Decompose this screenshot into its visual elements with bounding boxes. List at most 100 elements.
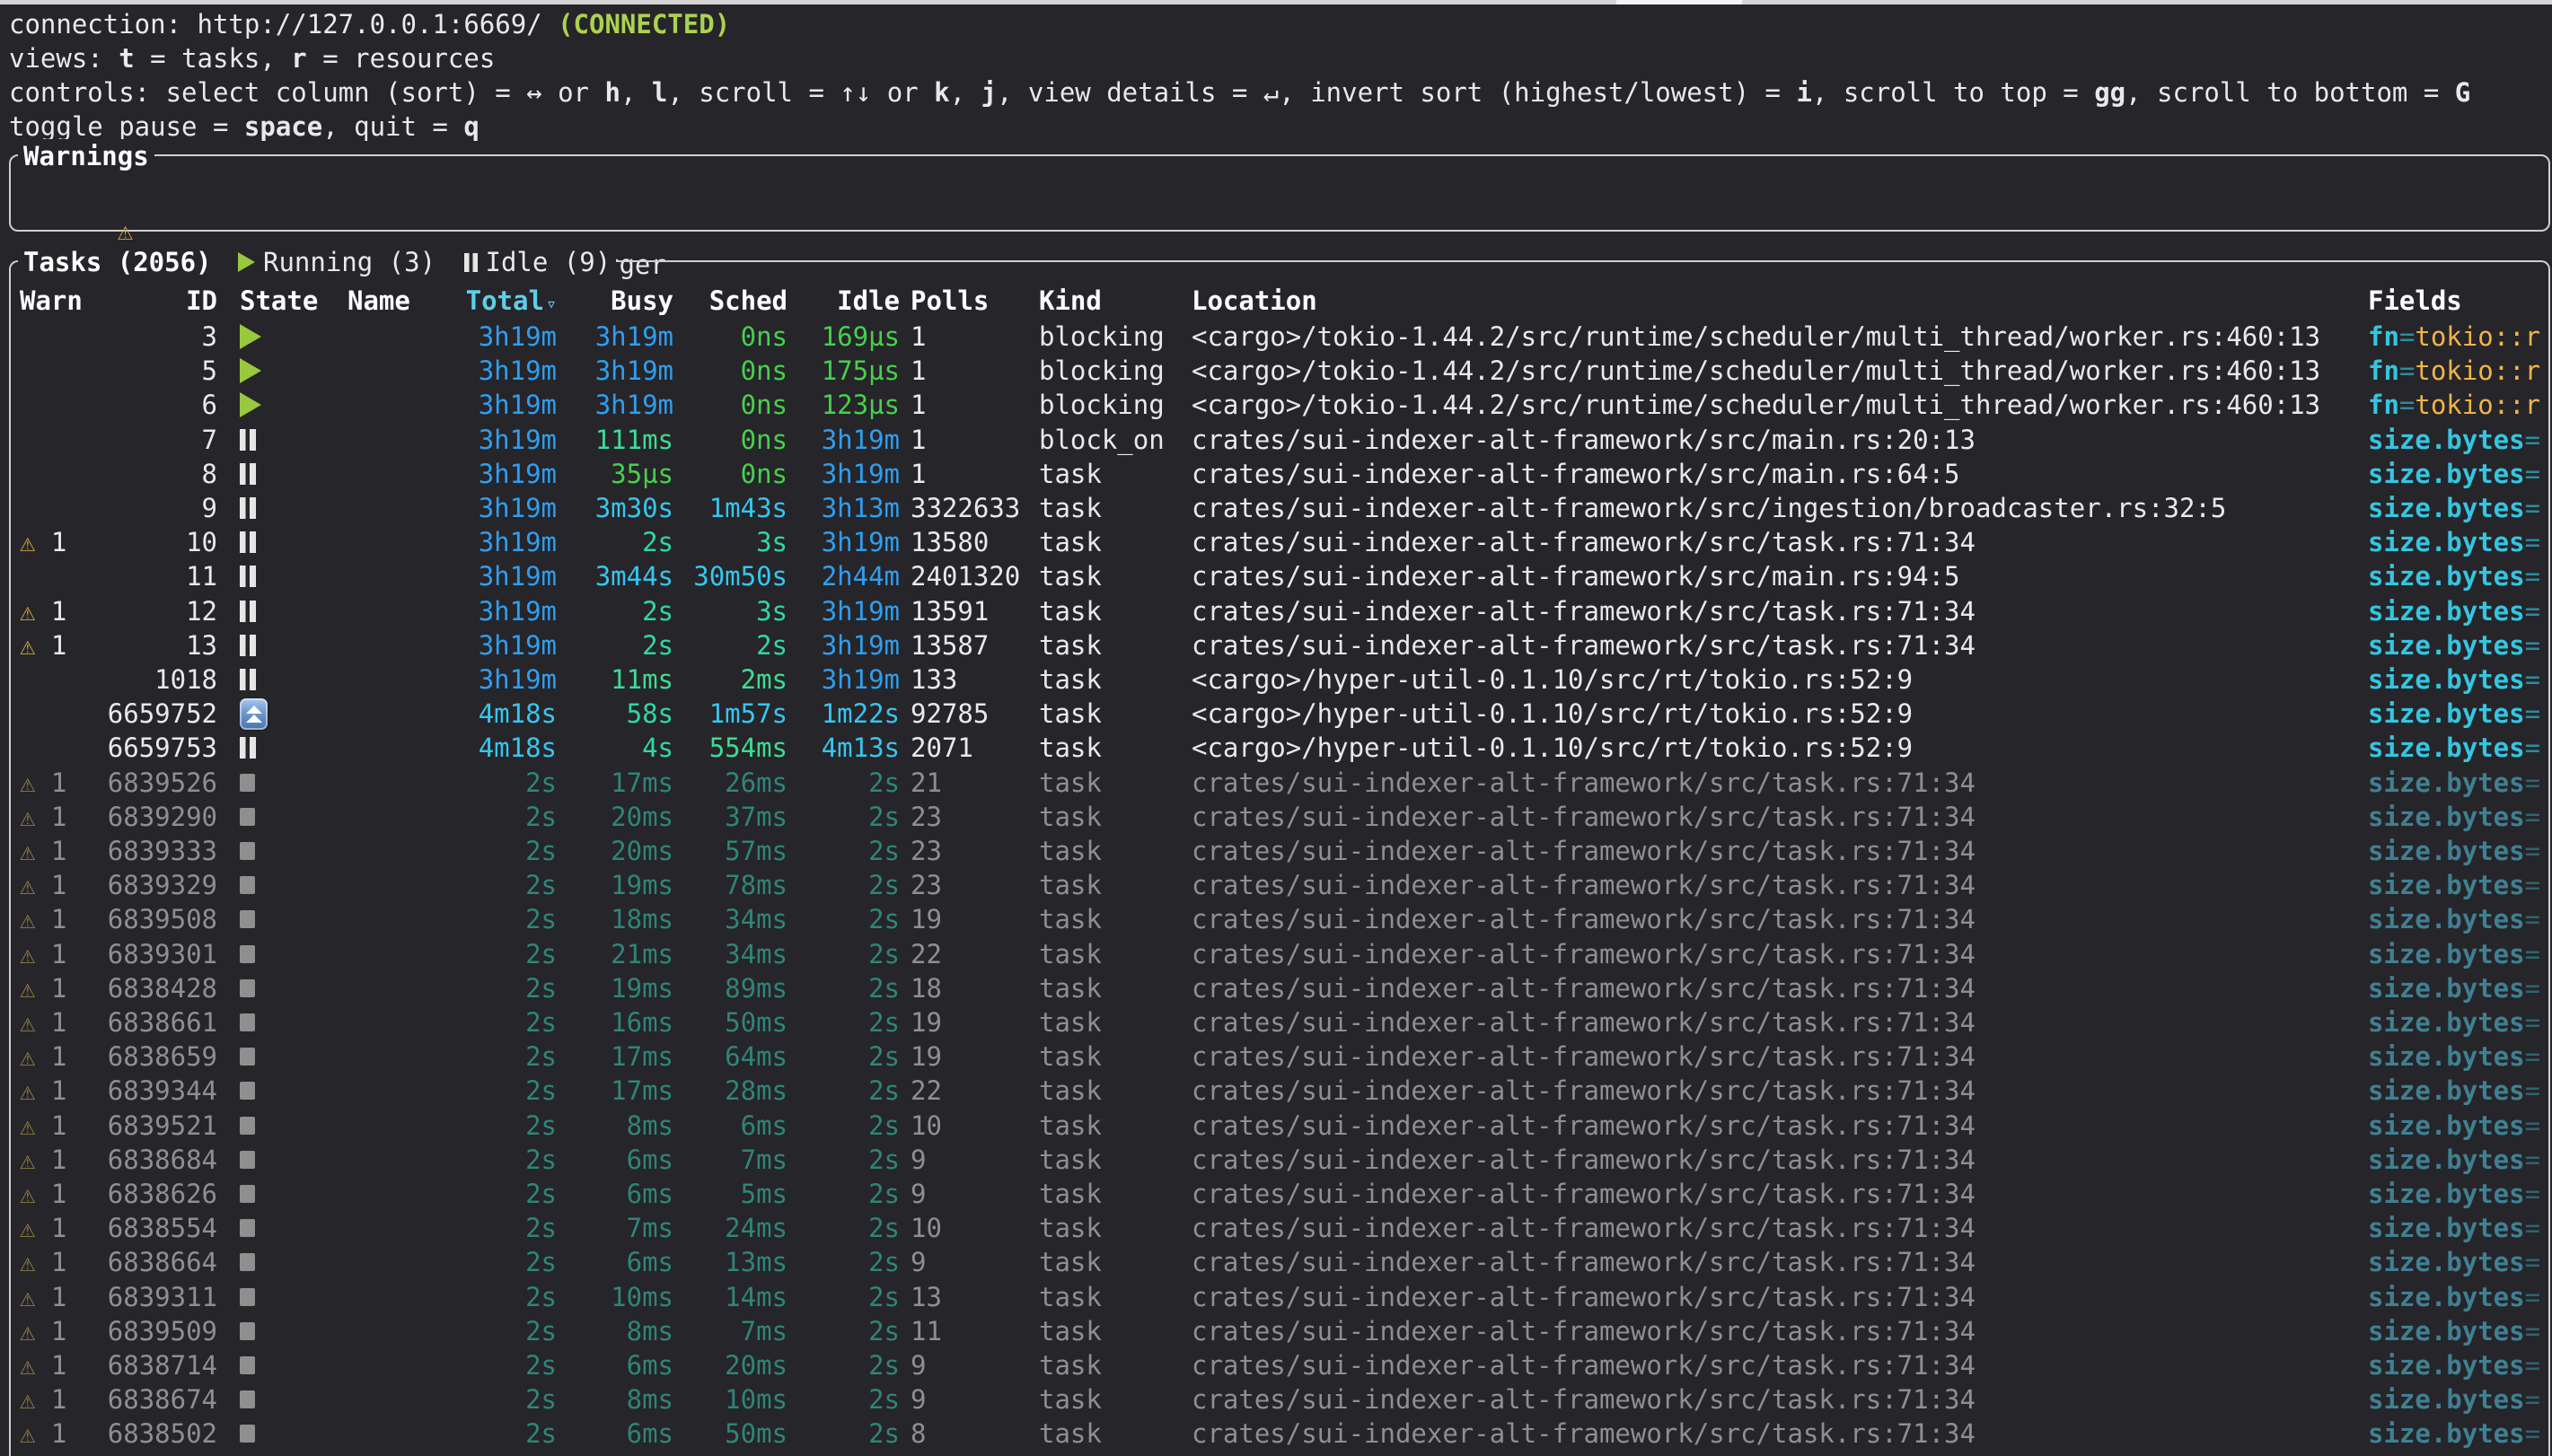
task-row-6839333[interactable]: ⚠ 168393332s20ms57ms2s23taskcrates/sui-i… [11, 834, 2548, 868]
column-header-sched[interactable]: Sched [682, 284, 788, 318]
cell-total: 2s [455, 1109, 557, 1143]
task-row-6659752[interactable]: 66597524m18s58s1m57s1m22s92785task<cargo… [11, 697, 2548, 731]
task-row-3[interactable]: 33h19m3h19m0ns169µs1blocking<cargo>/toki… [11, 320, 2548, 354]
field-key: size.bytes [2368, 939, 2525, 969]
field-equals: = [2525, 1213, 2540, 1243]
cell-state [240, 834, 339, 868]
task-row-6838684[interactable]: ⚠ 168386842s6ms7ms2s9taskcrates/sui-inde… [11, 1143, 2548, 1177]
cell-total: 4m18s [455, 697, 557, 731]
text-segment: , scroll to top = [1812, 77, 2094, 108]
cell-id: 9 [105, 491, 217, 525]
task-row-9[interactable]: 93h19m3m30s1m43s3h13m3322633taskcrates/s… [11, 491, 2548, 525]
text-segment: , scroll = ↑↓ or [667, 77, 934, 108]
field-equals: = [2399, 355, 2415, 386]
field-key: size.bytes [2368, 973, 2525, 1004]
cell-total: 2s [455, 1348, 557, 1382]
warning-icon: ⚠ [20, 870, 35, 900]
state-completed-icon [240, 1390, 255, 1408]
task-row-6838661[interactable]: ⚠ 168386612s16ms50ms2s19taskcrates/sui-i… [11, 1005, 2548, 1039]
cell-location: <cargo>/hyper-util-0.1.10/src/rt/tokio.r… [1192, 662, 2363, 697]
task-row-6839509[interactable]: ⚠ 168395092s8ms7ms2s11taskcrates/sui-ind… [11, 1314, 2548, 1348]
field-key: fn [2368, 390, 2399, 420]
cell-idle: 2s [796, 1280, 900, 1314]
task-row-6839526[interactable]: ⚠ 168395262s17ms26ms2s21taskcrates/sui-i… [11, 766, 2548, 800]
cell-total: 3h19m [455, 320, 557, 354]
task-row-6838674[interactable]: ⚠ 168386742s8ms10ms2s9taskcrates/sui-ind… [11, 1382, 2548, 1417]
task-row-5[interactable]: 53h19m3h19m0ns175µs1blocking<cargo>/toki… [11, 354, 2548, 388]
task-row-6839344[interactable]: ⚠ 168393442s17ms28ms2s22taskcrates/sui-i… [11, 1074, 2548, 1108]
column-header-kind[interactable]: Kind [1039, 284, 1187, 318]
column-header-polls[interactable]: Polls [911, 284, 1034, 318]
text-segment: l [652, 77, 667, 108]
task-row-6839508[interactable]: ⚠ 168395082s18ms34ms2s19taskcrates/sui-i… [11, 902, 2548, 936]
task-row-6838714[interactable]: ⚠ 168387142s6ms20ms2s9taskcrates/sui-ind… [11, 1348, 2548, 1382]
cell-name [348, 971, 446, 1005]
cell-name [348, 628, 446, 662]
cell-sched: 50ms [682, 1005, 788, 1039]
column-header-total[interactable]: Total▿ [455, 284, 557, 318]
controls-help-line: controls: select column (sort) = ↔ or h,… [9, 75, 2552, 110]
column-header-idle[interactable]: Idle [796, 284, 900, 318]
task-row-6839521[interactable]: ⚠ 168395212s8ms6ms2s10taskcrates/sui-ind… [11, 1109, 2548, 1143]
state-idle-icon [240, 737, 256, 759]
task-row-7[interactable]: 73h19m111ms0ns3h19m1block_oncrates/sui-i… [11, 423, 2548, 457]
task-row-6839329[interactable]: ⚠ 168393292s19ms78ms2s23taskcrates/sui-i… [11, 868, 2548, 902]
column-header-location[interactable]: Location [1192, 284, 2363, 318]
cell-kind: block_on [1039, 423, 1187, 457]
field-equals: = [2525, 732, 2540, 763]
warning-icon: ⚠ [20, 1282, 35, 1312]
cell-idle: 2s [796, 971, 900, 1005]
cell-warn: ⚠ 1 [20, 971, 102, 1005]
task-row-11[interactable]: 113h19m3m44s30m50s2h44m2401320taskcrates… [11, 559, 2548, 593]
cell-id: 6838661 [105, 1005, 217, 1039]
warning-icon: ⚠ [20, 1041, 35, 1072]
task-row-6839290[interactable]: ⚠ 168392902s20ms37ms2s23taskcrates/sui-i… [11, 800, 2548, 834]
task-row-6838659[interactable]: ⚠ 168386592s17ms64ms2s19taskcrates/sui-i… [11, 1039, 2548, 1074]
task-row-13[interactable]: ⚠ 1133h19m2s2s3h19m13587taskcrates/sui-i… [11, 628, 2548, 662]
cell-kind: task [1039, 1280, 1187, 1314]
cell-busy: 6ms [569, 1177, 673, 1211]
column-header-busy[interactable]: Busy [569, 284, 673, 318]
task-row-6839311[interactable]: ⚠ 168393112s10ms14ms2s13taskcrates/sui-i… [11, 1280, 2548, 1314]
state-idle-icon [240, 669, 256, 690]
cell-state [240, 1314, 339, 1348]
cell-total: 2s [455, 868, 557, 902]
column-header-name[interactable]: Name [348, 284, 446, 318]
task-row-10[interactable]: ⚠ 1103h19m2s3s3h19m13580taskcrates/sui-i… [11, 525, 2548, 559]
column-header-state[interactable]: State [240, 284, 339, 318]
cell-idle: 2s [796, 1109, 900, 1143]
column-header-fields[interactable]: Fields [2368, 284, 2548, 318]
cell-id: 6659753 [105, 731, 217, 765]
column-header-warn[interactable]: Warn [20, 284, 102, 318]
task-row-6838664[interactable]: ⚠ 168386642s6ms13ms2s9taskcrates/sui-ind… [11, 1245, 2548, 1279]
task-row-12[interactable]: ⚠ 1123h19m2s3s3h19m13591taskcrates/sui-i… [11, 594, 2548, 628]
task-row-6838554[interactable]: ⚠ 168385542s7ms24ms2s10taskcrates/sui-in… [11, 1211, 2548, 1245]
task-row-6839301[interactable]: ⚠ 168393012s21ms34ms2s22taskcrates/sui-i… [11, 937, 2548, 971]
cell-idle: 4m13s [796, 731, 900, 765]
cell-id: 6838664 [105, 1245, 217, 1279]
task-row-6838428[interactable]: ⚠ 168384282s19ms89ms2s18taskcrates/sui-i… [11, 971, 2548, 1005]
task-row-6[interactable]: 63h19m3h19m0ns123µs1blocking<cargo>/toki… [11, 388, 2548, 422]
cell-state [240, 868, 339, 902]
cell-kind: task [1039, 525, 1187, 559]
cell-kind: task [1039, 731, 1187, 765]
cell-warn: ⚠ 1 [20, 1039, 102, 1074]
task-row-6838502[interactable]: ⚠ 168385022s6ms50ms2s8taskcrates/sui-ind… [11, 1417, 2548, 1451]
column-header-id[interactable]: ID [105, 284, 217, 318]
task-row-1018[interactable]: 10183h19m11ms2ms3h19m133task<cargo>/hype… [11, 662, 2548, 697]
task-row-6659753[interactable]: 66597534m18s4s554ms4m13s2071task<cargo>/… [11, 731, 2548, 765]
cell-warn: ⚠ 1 [20, 1074, 102, 1108]
task-row-8[interactable]: 83h19m35µs0ns3h19m1taskcrates/sui-indexe… [11, 457, 2548, 491]
state-completed-icon [240, 1117, 255, 1135]
warning-count: 1 [35, 1110, 66, 1141]
warnings-panel: Warnings ⚠ 738 tasks are 1024 bytes or l… [9, 154, 2550, 232]
cell-busy: 17ms [569, 1039, 673, 1074]
cell-warn [20, 388, 102, 422]
field-equals: = [2525, 802, 2540, 832]
warning-icon: ⚠ [20, 630, 35, 661]
warning-icon: ⚠ [20, 527, 35, 557]
cell-kind: task [1039, 1074, 1187, 1108]
task-row-6838626[interactable]: ⚠ 168386262s6ms5ms2s9taskcrates/sui-inde… [11, 1177, 2548, 1211]
cell-warn [20, 457, 102, 491]
cell-warn: ⚠ 1 [20, 1143, 102, 1177]
